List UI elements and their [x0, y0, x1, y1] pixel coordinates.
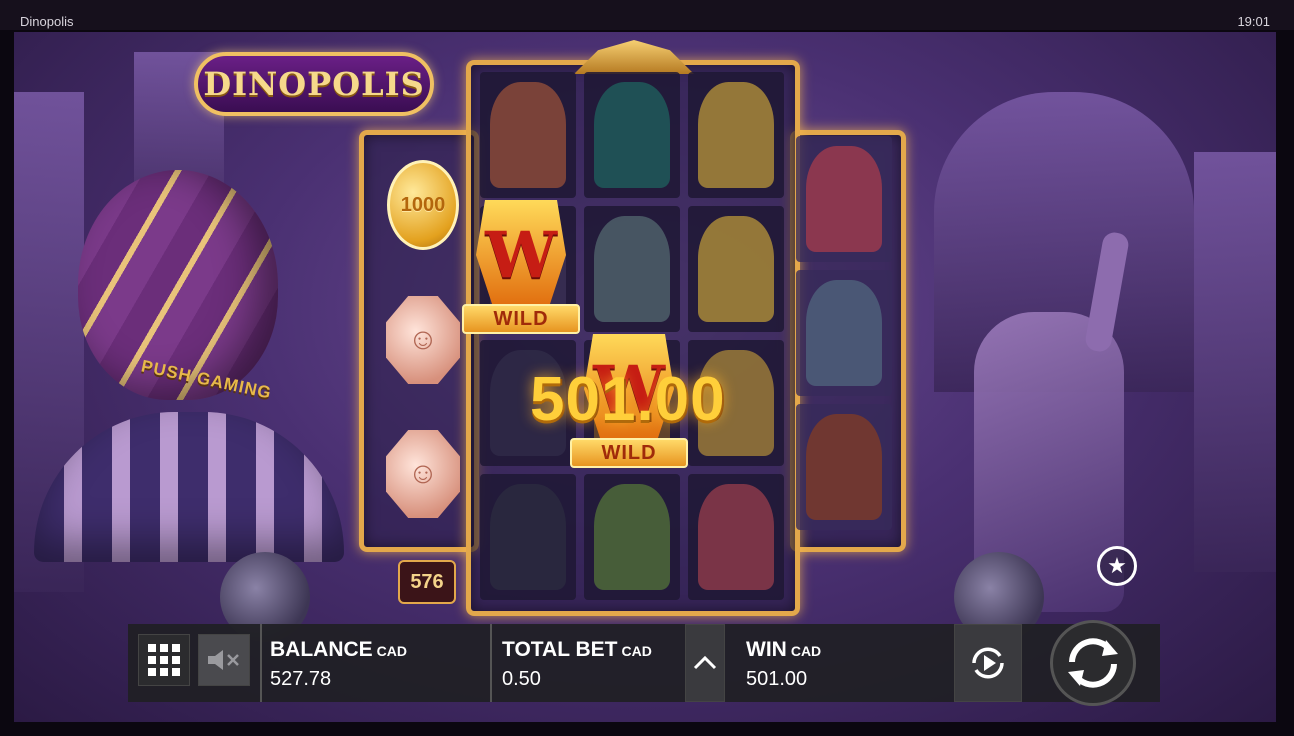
background-building	[1194, 152, 1276, 572]
win-label: WIN	[746, 638, 787, 661]
ways-counter: 576	[398, 560, 456, 604]
balance-label-row: BALANCE CAD	[270, 638, 407, 662]
star-icon: ★	[1107, 553, 1127, 578]
reel-symbol	[796, 270, 892, 396]
big-win-amount: 501.00	[530, 365, 726, 434]
reel-symbol	[480, 72, 576, 198]
game-logo: DINOPOLIS	[194, 52, 434, 116]
coin-value: 1000	[400, 193, 446, 216]
total-bet-value: 0.50	[502, 668, 541, 690]
win-value: 501.00	[746, 668, 808, 690]
autoplay-icon	[972, 647, 1004, 679]
wild-shield: W	[476, 200, 566, 310]
reel-symbol	[584, 474, 680, 600]
dino-footprint-icon: ☺	[407, 457, 439, 490]
reels-crest	[574, 40, 694, 74]
reel-symbol	[796, 404, 892, 530]
total-bet-label: TOTAL BET	[502, 638, 618, 661]
wild-ribbon: WILD	[570, 438, 688, 468]
window-titlebar: Dinopolis 19:01	[0, 0, 1294, 30]
spin-button-disc	[1050, 620, 1136, 706]
win-currency: CAD	[790, 643, 822, 659]
reel-symbol	[584, 206, 680, 332]
menu-button[interactable]	[138, 634, 190, 686]
balance-panel: BALANCE CAD 527.78	[260, 624, 490, 702]
game-stage[interactable]: PUSH GAMING DINOPOLIS 1000 ☺ ☺ 576 W WIL…	[14, 32, 1276, 722]
clock: 19:01	[1237, 14, 1270, 29]
coin-1000: 1000	[387, 160, 459, 250]
sound-button[interactable]	[198, 634, 250, 686]
coin-dino: ☺	[386, 430, 460, 518]
balance-value: 527.78	[270, 668, 332, 690]
favourite-star-button[interactable]: ★	[1097, 546, 1137, 586]
reel-symbol	[688, 206, 784, 332]
dino-footprint-icon: ☺	[407, 323, 439, 356]
reel-symbol	[480, 474, 576, 600]
total-bet-currency: CAD	[621, 643, 652, 659]
spin-button[interactable]	[1028, 618, 1158, 708]
reel-symbol	[584, 72, 680, 198]
total-bet-label-row: TOTAL BET CAD	[502, 638, 652, 662]
balance-label: BALANCE	[270, 638, 373, 661]
wild-symbol: W WILD	[462, 200, 580, 350]
window-title: Dinopolis	[20, 14, 74, 29]
coin-dino: ☺	[386, 296, 460, 384]
control-bar: BALANCE CAD 527.78 TOTAL BET CAD 0.50 WIN C…	[128, 620, 1160, 706]
autoplay-button[interactable]	[954, 624, 1022, 702]
wild-ribbon: WILD	[462, 304, 580, 334]
win-panel: WIN CAD 501.00	[736, 624, 956, 702]
wild-label: WILD	[601, 441, 657, 464]
game-logo-text: DINOPOLIS	[203, 65, 425, 103]
spin-icon	[1068, 638, 1118, 688]
reel-symbol	[796, 136, 892, 262]
chevron-up-icon	[693, 655, 717, 670]
wild-label: WILD	[493, 307, 549, 330]
win-label-row: WIN CAD	[746, 638, 821, 662]
wild-letter: W	[485, 217, 557, 293]
reel-symbol	[688, 474, 784, 600]
bet-toggle-button[interactable]	[685, 624, 725, 702]
grid-menu-icon	[148, 644, 180, 676]
balance-currency: CAD	[376, 643, 408, 659]
reel-symbol	[688, 72, 784, 198]
speaker-muted-icon	[208, 650, 239, 670]
total-bet-panel[interactable]: TOTAL BET CAD 0.50	[492, 624, 682, 702]
